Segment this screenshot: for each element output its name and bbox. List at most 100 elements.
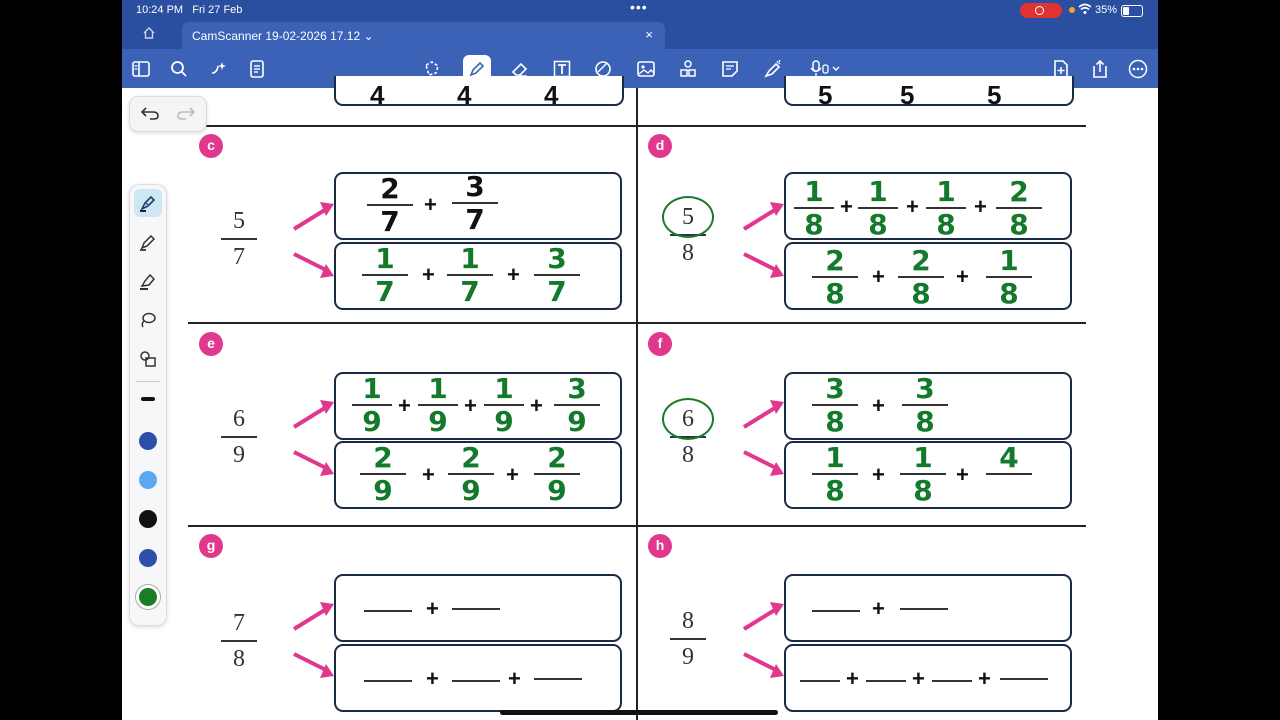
worksheet-page[interactable]: 4 4 4 5 5 5 c d e f g h 57 58 69 68 78 8… (122, 76, 1158, 720)
color-swatch[interactable] (139, 432, 157, 450)
plus-sign: + (507, 262, 520, 287)
arrow-icon (742, 202, 784, 278)
blank-fraction[interactable] (452, 608, 500, 610)
more-icon[interactable] (1124, 55, 1152, 83)
stamp-icon[interactable] (674, 55, 702, 83)
search-icon[interactable] (165, 55, 193, 83)
blank-fraction[interactable] (800, 680, 840, 682)
plus-sign: + (974, 194, 987, 219)
arrow-icon (742, 400, 784, 476)
blank-fraction[interactable] (866, 680, 906, 682)
handwritten-fraction: 18 (812, 443, 858, 505)
section-badge-h: h (648, 534, 672, 558)
document-tab[interactable]: CamScanner 19-02-2026 17.12 ⌄ × (182, 22, 665, 49)
stroke-width-selector[interactable] (141, 397, 155, 401)
blank-fraction[interactable] (900, 608, 948, 610)
multitasking-dots[interactable]: ••• (630, 0, 648, 15)
handwritten-fraction: 18 (986, 246, 1032, 308)
home-indicator (500, 710, 778, 715)
close-tab-icon[interactable]: × (645, 27, 653, 42)
plus-sign: + (424, 192, 437, 217)
handwritten-fraction: 18 (858, 177, 898, 239)
color-swatch[interactable] (139, 471, 157, 489)
highlighter-icon[interactable] (134, 267, 162, 295)
handwritten-fraction: 28 (898, 246, 944, 308)
handwritten-fraction: 19 (484, 374, 524, 436)
plus-sign: + (426, 596, 439, 621)
blank-fraction[interactable] (364, 680, 412, 682)
lasso-icon[interactable] (134, 306, 162, 334)
plus-sign: + (508, 666, 521, 691)
tab-bar: CamScanner 19-02-2026 17.12 ⌄ × (122, 20, 1158, 49)
handwritten-fraction: 28 (812, 246, 858, 308)
undo-icon[interactable] (140, 104, 160, 127)
color-swatch[interactable] (139, 549, 157, 567)
pen-tool-palette (129, 184, 167, 626)
plus-sign: + (426, 666, 439, 691)
fountain-pen-icon[interactable] (134, 189, 162, 217)
handwritten-fraction: 38 (812, 374, 858, 436)
arrow-icon (292, 602, 334, 678)
blank-fraction[interactable] (452, 680, 500, 682)
plus-sign: + (530, 393, 543, 418)
undo-redo-panel (129, 96, 207, 132)
blank-fraction[interactable] (812, 610, 860, 612)
color-swatch[interactable] (139, 510, 157, 528)
pencil-icon[interactable] (134, 228, 162, 256)
redo-icon[interactable] (176, 104, 196, 127)
handwritten-fraction: 29 (534, 443, 580, 505)
handwritten-fraction: 39 (554, 374, 600, 436)
blank-fraction[interactable] (1000, 678, 1048, 680)
plus-sign: + (422, 262, 435, 287)
plus-sign: + (956, 264, 969, 289)
handwritten-fraction: 27 (367, 174, 413, 236)
arrow-icon (742, 602, 784, 678)
wifi-icon (1078, 3, 1092, 18)
color-swatch-selected[interactable] (139, 588, 157, 606)
plus-sign: + (912, 666, 925, 691)
handwritten-fraction: 19 (418, 374, 458, 436)
section-badge-e: e (199, 332, 223, 356)
plus-sign: + (872, 596, 885, 621)
circle-annotation (662, 398, 714, 440)
section-badge-c: c (199, 134, 223, 158)
blank-fraction[interactable] (364, 610, 412, 612)
blank-fraction[interactable] (534, 678, 582, 680)
given-fraction-e: 69 (219, 404, 259, 470)
microphone-in-use-dot (1069, 7, 1075, 13)
sparkle-icon[interactable] (205, 55, 233, 83)
highlighter-icon[interactable] (759, 55, 787, 83)
home-icon[interactable] (142, 26, 156, 45)
plus-sign: + (422, 462, 435, 487)
plus-sign: + (506, 462, 519, 487)
arrow-icon (292, 202, 334, 278)
screen-recording-indicator[interactable] (1020, 3, 1062, 18)
sticky-note-icon[interactable] (716, 55, 744, 83)
handwritten-fraction: 17 (447, 244, 493, 306)
chevron-down-icon[interactable]: ⌄ (363, 29, 373, 43)
handwritten-fraction: 19 (352, 374, 392, 436)
given-fraction-f: 68 (662, 398, 714, 470)
plus-sign: + (872, 264, 885, 289)
plus-sign: + (464, 393, 477, 418)
arrow-icon (292, 400, 334, 476)
handwritten-fraction: 38 (902, 374, 948, 436)
column-divider (636, 88, 638, 720)
given-fraction-d: 58 (662, 196, 714, 268)
document-list-icon[interactable] (243, 55, 271, 83)
partial-digit: 5 (900, 80, 915, 110)
section-badge-f: f (648, 332, 672, 356)
image-icon[interactable] (632, 55, 660, 83)
circle-annotation (662, 196, 714, 238)
partial-digit: 4 (457, 80, 472, 110)
share-icon[interactable] (1086, 55, 1114, 83)
plus-sign: + (398, 393, 411, 418)
battery-icon (1121, 5, 1143, 17)
handwritten-fraction: 18 (900, 443, 946, 505)
sidebar-icon[interactable] (127, 55, 155, 83)
partial-digit: 4 (370, 80, 385, 110)
plus-sign: + (846, 666, 859, 691)
document-tab-title: CamScanner 19-02-2026 17.12 ⌄ (192, 29, 374, 43)
blank-fraction[interactable] (932, 680, 972, 682)
shapes-icon[interactable] (134, 345, 162, 373)
